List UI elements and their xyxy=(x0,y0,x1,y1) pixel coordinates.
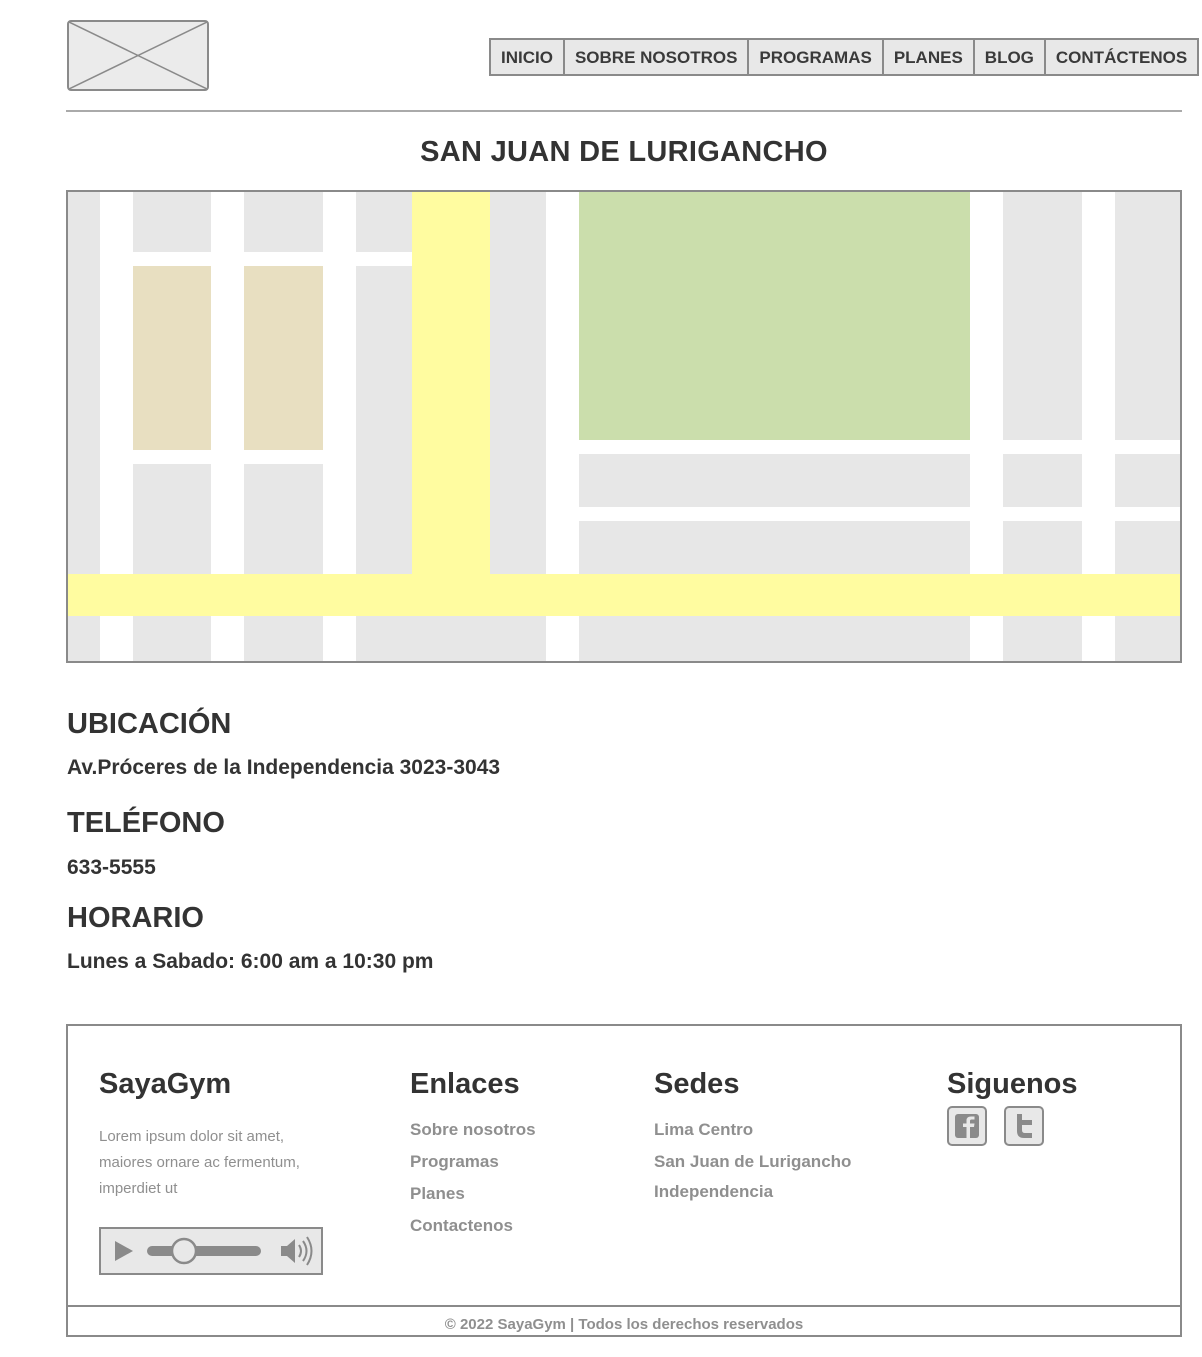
nav-item-inicio[interactable]: INICIO xyxy=(491,40,565,74)
volume-slider[interactable] xyxy=(147,1237,261,1265)
logo-placeholder[interactable] xyxy=(67,20,209,91)
nav-item-contactenos[interactable]: CONTÁCTENOS xyxy=(1046,40,1197,74)
map-highway xyxy=(412,192,490,616)
audio-controls xyxy=(115,1236,313,1266)
nav-item-planes[interactable]: PLANES xyxy=(884,40,975,74)
facebook-icon[interactable] xyxy=(947,1106,987,1146)
map-park xyxy=(579,192,970,440)
map-graphic xyxy=(68,192,1180,661)
footer-copyright: © 2022 SayaGym | Todos los derechos rese… xyxy=(444,1316,804,1333)
play-icon[interactable] xyxy=(115,1241,133,1261)
footer-links-title: Enlaces xyxy=(410,1068,520,1100)
nav-item-programas[interactable]: PROGRAMAS xyxy=(749,40,884,74)
audio-player xyxy=(99,1227,323,1275)
footer-location-lima-centro[interactable]: Lima Centro xyxy=(654,1120,753,1140)
map-building xyxy=(244,266,323,450)
footer-locations-title: Sedes xyxy=(654,1068,740,1100)
location-map[interactable] xyxy=(66,190,1182,663)
volume-icon[interactable] xyxy=(281,1236,313,1266)
footer-about-text: Lorem ipsum dolor sit amet, maiores orna… xyxy=(99,1128,300,1196)
footer-link-sobre-nosotros[interactable]: Sobre nosotros xyxy=(410,1120,536,1140)
footer-social-title: Siguenos xyxy=(947,1068,1078,1100)
page-title: SAN JUAN DE LURIGANCHO xyxy=(420,136,828,168)
footer-location-independencia[interactable]: Independencia xyxy=(654,1182,773,1202)
map-building xyxy=(133,266,211,450)
footer-brand: SayaGym xyxy=(99,1068,232,1100)
main-nav: INICIO SOBRE NOSOTROS PROGRAMAS PLANES B… xyxy=(489,38,1200,76)
phone-value: 633-5555 xyxy=(67,856,156,879)
footer-link-planes[interactable]: Planes xyxy=(410,1184,465,1204)
footer-location-san-juan[interactable]: San Juan de Lurigancho xyxy=(654,1152,851,1172)
map-street xyxy=(133,252,415,266)
hours-heading: HORARIO xyxy=(67,902,204,934)
location-heading: UBICACIÓN xyxy=(67,708,232,740)
location-value: Av.Próceres de la Independencia 3023-304… xyxy=(67,756,501,779)
map-street xyxy=(133,450,323,464)
map-street xyxy=(579,507,1180,521)
phone-heading: TELÉFONO xyxy=(67,807,225,839)
footer-link-contactenos[interactable]: Contactenos xyxy=(410,1216,513,1236)
image-placeholder-icon xyxy=(69,22,207,89)
map-highway xyxy=(68,574,1180,616)
footer-divider xyxy=(68,1305,1180,1307)
footer-link-programas[interactable]: Programas xyxy=(410,1152,499,1172)
twitter-icon[interactable] xyxy=(1004,1106,1044,1146)
footer: SayaGym Lorem ipsum dolor sit amet, maio… xyxy=(66,1024,1182,1337)
nav-item-sobre-nosotros[interactable]: SOBRE NOSOTROS xyxy=(565,40,750,74)
map-street xyxy=(579,440,1180,454)
header-divider xyxy=(66,110,1182,112)
hours-value: Lunes a Sabado: 6:00 am a 10:30 pm xyxy=(67,950,434,973)
nav-item-blog[interactable]: BLOG xyxy=(975,40,1046,74)
